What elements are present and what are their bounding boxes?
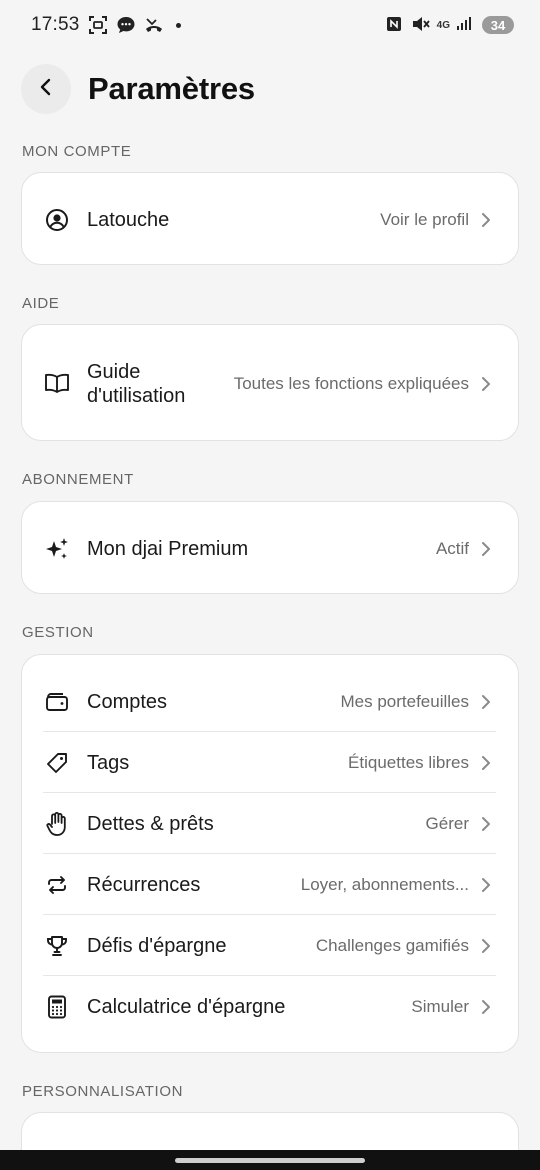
status-bar: 17:53 4G 34 <box>0 0 540 50</box>
header: Paramètres <box>21 64 255 114</box>
system-nav-bar <box>0 1150 540 1170</box>
row-accounts[interactable]: Comptes Mes portefeuilles <box>22 671 518 732</box>
account-card: Latouche Voir le profil <box>21 172 519 265</box>
help-card: Guide d'utilisation Toutes les fonctions… <box>21 324 519 441</box>
row-premium[interactable]: Mon djai Premium Actif <box>22 502 518 595</box>
status-left: 17:53 <box>31 14 181 36</box>
mute-icon <box>411 15 431 35</box>
screenshot-icon <box>88 15 108 35</box>
row-debts[interactable]: Dettes & prêts Gérer <box>22 793 518 854</box>
row-value: Simuler <box>411 996 469 1016</box>
row-value: Mes portefeuilles <box>340 691 469 711</box>
row-label: Guide d'utilisation <box>87 360 185 408</box>
section-label-subscription: ABONNEMENT <box>22 471 134 488</box>
row-value: Voir le profil <box>380 209 469 229</box>
chevron-right-icon <box>480 541 492 557</box>
back-button[interactable] <box>21 64 71 114</box>
nfc-icon <box>385 15 405 35</box>
page-title: Paramètres <box>88 71 255 106</box>
chevron-right-icon <box>480 877 492 893</box>
messages-icon <box>116 15 136 35</box>
battery-indicator: 34 <box>482 16 514 34</box>
chevron-right-icon <box>480 212 492 228</box>
row-tags[interactable]: Tags Étiquettes libres <box>22 732 518 793</box>
row-value: Loyer, abonnements... <box>300 874 469 894</box>
row-label-line2: d'utilisation <box>87 384 186 407</box>
row-label: Défis d'épargne <box>87 934 227 957</box>
subscription-card: Mon djai Premium Actif <box>21 501 519 594</box>
network-type: 4G <box>436 19 450 31</box>
notification-dot <box>175 22 181 28</box>
trophy-icon <box>44 933 70 959</box>
section-label-management: GESTION <box>22 624 94 641</box>
section-label-help: AIDE <box>22 295 60 312</box>
row-label: Dettes & prêts <box>87 812 214 835</box>
row-savings-calculator[interactable]: Calculatrice d'épargne Simuler <box>22 976 518 1037</box>
status-right: 4G 34 <box>385 15 514 35</box>
row-label-line1: Guide <box>87 360 141 383</box>
chevron-right-icon <box>480 755 492 771</box>
chevron-right-icon <box>480 376 492 392</box>
row-savings-challenges[interactable]: Défis d'épargne Challenges gamifiés <box>22 915 518 976</box>
row-recurrences[interactable]: Récurrences Loyer, abonnements... <box>22 854 518 915</box>
row-profile[interactable]: Latouche Voir le profil <box>22 173 518 266</box>
home-indicator[interactable] <box>175 1158 365 1163</box>
section-label-personalization: PERSONNALISATION <box>22 1083 184 1100</box>
missed-call-icon <box>144 15 164 35</box>
signal-icon <box>456 15 476 35</box>
chevron-right-icon <box>480 816 492 832</box>
sparkles-icon <box>44 536 70 562</box>
row-value: Gérer <box>425 813 469 833</box>
wallet-icon <box>44 689 70 715</box>
tag-icon <box>44 750 70 776</box>
chevron-right-icon <box>480 938 492 954</box>
management-card: Comptes Mes portefeuilles Tags Étiquette… <box>21 654 519 1053</box>
row-label: Comptes <box>87 690 168 713</box>
chevron-right-icon <box>480 999 492 1015</box>
chevron-right-icon <box>480 694 492 710</box>
row-value: Challenges gamifiés <box>315 935 469 955</box>
user-circle-icon <box>44 207 70 233</box>
row-value: Étiquettes libres <box>348 752 469 772</box>
row-value: Toutes les fonctions expliquées <box>233 373 469 393</box>
chevron-left-icon <box>39 78 53 101</box>
status-time: 17:53 <box>31 14 80 35</box>
row-value: Actif <box>435 538 469 558</box>
section-label-account: MON COMPTE <box>22 143 132 160</box>
repeat-icon <box>44 872 70 898</box>
calculator-icon <box>44 994 70 1020</box>
row-label: Calculatrice d'épargne <box>87 995 286 1018</box>
row-label: Latouche <box>87 208 170 231</box>
row-label: Tags <box>87 751 130 774</box>
book-icon <box>44 371 70 397</box>
hand-icon <box>44 811 70 837</box>
row-guide[interactable]: Guide d'utilisation Toutes les fonctions… <box>22 325 518 442</box>
row-label: Récurrences <box>87 873 201 896</box>
row-label: Mon djai Premium <box>87 537 249 560</box>
